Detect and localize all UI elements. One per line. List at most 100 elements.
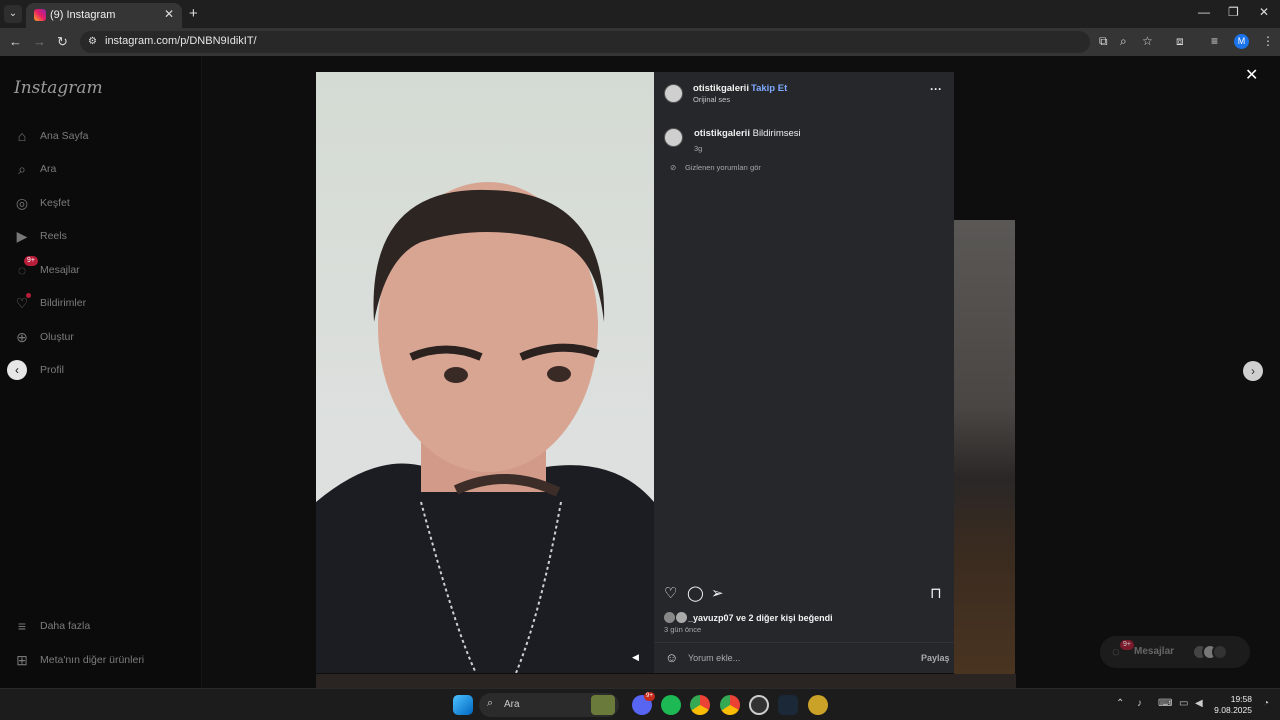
author-avatar[interactable] xyxy=(664,84,683,103)
browser-toolbar: ← → ↻ ⚙ instagram.com/p/DNBN9IdikIT/ ⧉ ⌕… xyxy=(0,28,1280,56)
chrome-profile-icon[interactable] xyxy=(690,695,710,715)
start-menu-icon[interactable] xyxy=(453,695,473,715)
reels-icon: ▶ xyxy=(16,228,28,244)
app-icon[interactable] xyxy=(749,695,769,715)
chrome-icon[interactable] xyxy=(720,695,740,715)
post-video[interactable]: ◀ xyxy=(316,72,654,673)
audio-label[interactable]: Orijinal ses xyxy=(693,95,730,104)
like-heart-icon[interactable]: ♡ xyxy=(664,584,677,602)
comment-input[interactable]: Yorum ekle... xyxy=(688,653,740,663)
caption-username[interactable]: otistikgalerii xyxy=(694,128,750,139)
clock[interactable]: 19:58 9.08.2025 xyxy=(1212,694,1252,716)
more-options-icon[interactable]: ··· xyxy=(930,82,942,96)
save-bookmark-icon[interactable]: ⊓ xyxy=(930,584,942,602)
notifications-icon[interactable]: ◔ xyxy=(1263,698,1269,709)
close-modal-button[interactable]: ✕ xyxy=(1245,65,1258,85)
url-text[interactable]: instagram.com/p/DNBN9IdikIT/ xyxy=(105,35,257,47)
messages-badge: 9+ xyxy=(24,256,38,266)
post-modal: ◀ otistikgalerii • Takip Et Orijinal ses… xyxy=(316,72,954,673)
sidebar-item-label: Daha fazla xyxy=(40,620,91,632)
background-post-thumbnail xyxy=(954,220,1015,690)
menu-kebab-icon[interactable]: ⋮ xyxy=(1262,34,1274,48)
tray-chevron-icon[interactable]: ⌃ xyxy=(1116,698,1124,709)
reload-icon[interactable]: ↻ xyxy=(57,34,68,50)
caption-time: 3g xyxy=(694,144,703,153)
tab-search-dropdown[interactable]: ⌄ xyxy=(4,5,22,23)
emoji-icon[interactable]: ☺ xyxy=(665,650,678,665)
sidebar-item-create[interactable]: ⊕ Oluştur xyxy=(14,327,74,347)
post-side-panel: otistikgalerii • Takip Et Orijinal ses ·… xyxy=(654,72,954,673)
clock-time: 19:58 xyxy=(1230,694,1252,704)
address-bar[interactable]: ⚙ instagram.com/p/DNBN9IdikIT/ xyxy=(80,31,1090,53)
window-close-button[interactable]: ✕ xyxy=(1259,5,1269,19)
new-tab-button[interactable]: + xyxy=(189,5,198,22)
hidden-comments-link[interactable]: Gizlenen yorumları gör xyxy=(685,163,761,172)
microphone-icon[interactable]: ♪ xyxy=(1137,698,1142,709)
plus-square-icon: ⊕ xyxy=(16,329,28,345)
restore-button[interactable]: ❐ xyxy=(1228,5,1239,19)
minimize-button[interactable]: — xyxy=(1198,5,1210,19)
search-icon: ⌕ xyxy=(18,161,26,177)
tab-close-button[interactable]: ✕ xyxy=(164,7,174,21)
sidebar-item-notifications[interactable]: ♡ Bildirimler xyxy=(14,293,86,313)
sidebar-item-home[interactable]: ⌂ Ana Sayfa xyxy=(14,126,89,146)
steam-icon[interactable] xyxy=(778,695,798,715)
caption-avatar[interactable] xyxy=(664,128,683,147)
messages-label: Mesajlar xyxy=(1134,646,1175,657)
sidebar-item-label: Ara xyxy=(40,163,57,175)
sidebar: Instagram ⌂ Ana Sayfa ⌕ Ara ◎ Keşfet ▶ R… xyxy=(0,56,202,688)
install-app-icon[interactable]: ⧉ xyxy=(1099,34,1108,49)
keyboard-icon[interactable]: ⌨ xyxy=(1158,698,1172,709)
tab-instagram[interactable]: (9) Instagram ✕ xyxy=(26,3,182,28)
profile-avatar[interactable]: M xyxy=(1234,34,1249,49)
divider xyxy=(654,642,954,643)
messages-floating-button[interactable]: ◌ 9+ Mesajlar xyxy=(1100,636,1250,668)
instagram-logo[interactable]: Instagram xyxy=(14,78,103,98)
sidebar-item-label: Keşfet xyxy=(40,197,70,209)
sidebar-item-messages[interactable]: ◌ 9+ Mesajlar xyxy=(14,256,80,280)
likes-user[interactable]: _yavuzp07 xyxy=(688,613,734,623)
share-send-icon[interactable]: ➢ xyxy=(711,584,724,602)
liker-avatar xyxy=(676,612,687,623)
compass-icon: ◎ xyxy=(15,195,29,211)
liker-avatar xyxy=(664,612,675,623)
author-username[interactable]: otistikgalerii xyxy=(693,83,749,94)
sidebar-item-explore[interactable]: ◎ Keşfet xyxy=(14,193,70,213)
network-icon[interactable]: ▭ xyxy=(1179,698,1188,709)
sidebar-item-label: Ana Sayfa xyxy=(40,130,89,142)
media-control-icon[interactable]: ≡ xyxy=(1211,34,1218,48)
sidebar-item-reels[interactable]: ▶ Reels xyxy=(14,226,67,246)
back-arrow-icon[interactable]: ← xyxy=(9,34,22,49)
sidebar-item-label: Mesajlar xyxy=(40,264,80,276)
volume-icon[interactable]: ◀ xyxy=(1195,698,1203,709)
likes-summary[interactable]: _yavuzp07 ve 2 diğer kişi beğendi xyxy=(664,612,833,623)
discord-badge: 9+ xyxy=(644,692,655,701)
caption-line: otistikgalerii Bildirimsesi xyxy=(694,128,801,139)
sidebar-item-meta[interactable]: ⊞ Meta'nın diğer ürünleri xyxy=(14,650,144,670)
taskbar-search-label: Ara xyxy=(504,699,520,710)
sidebar-item-label: Bildirimler xyxy=(40,297,87,309)
sidebar-item-label: Oluştur xyxy=(40,331,74,343)
spotify-icon[interactable] xyxy=(661,695,681,715)
previous-post-button[interactable]: ‹ xyxy=(7,360,27,380)
forward-arrow-icon[interactable]: → xyxy=(33,34,46,49)
sidebar-item-label: Meta'nın diğer ürünleri xyxy=(40,654,145,666)
sidebar-item-label: Profil xyxy=(40,364,64,376)
clock-date: 9.08.2025 xyxy=(1214,705,1252,715)
post-comment-button[interactable]: Paylaş xyxy=(921,653,950,663)
comment-icon[interactable]: ◯ xyxy=(687,584,704,602)
sidebar-item-more[interactable]: ≡ Daha fazla xyxy=(14,616,90,636)
follow-button[interactable]: Takip Et xyxy=(751,83,787,94)
taskbar-search[interactable]: ⌕ Ara xyxy=(479,693,619,717)
instagram-favicon-icon xyxy=(34,9,46,21)
volume-icon[interactable]: ◀ xyxy=(632,652,639,663)
windows-taskbar: ⌕ Ara 9+ ⌃ ♪ ⌨ ▭ ◀ 19:58 9.08.2025 ◔ xyxy=(0,688,1280,720)
app-icon-2[interactable] xyxy=(808,695,828,715)
next-post-button[interactable]: › xyxy=(1243,361,1263,381)
zoom-icon[interactable]: ⌕ xyxy=(1120,34,1127,49)
sidebar-item-search[interactable]: ⌕ Ara xyxy=(14,159,56,179)
extensions-icon[interactable]: ⧈ xyxy=(1176,34,1184,49)
likes-rest[interactable]: ve 2 diğer kişi beğendi xyxy=(736,613,833,623)
bookmark-star-icon[interactable]: ☆ xyxy=(1142,34,1153,48)
site-info-icon[interactable]: ⚙ xyxy=(88,36,97,47)
